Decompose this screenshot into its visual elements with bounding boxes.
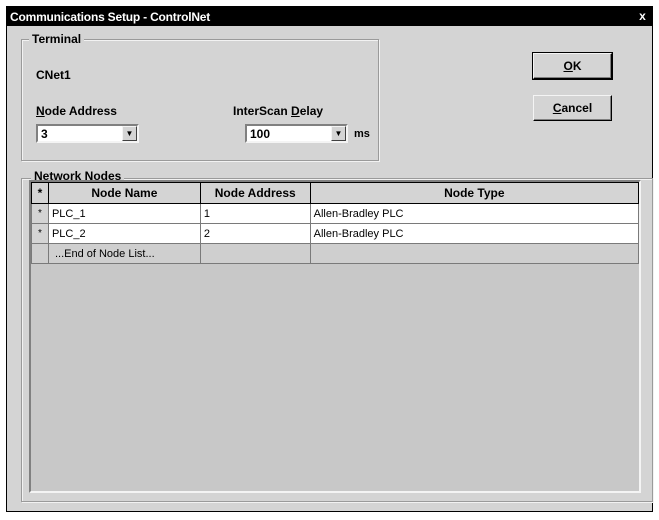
row-marker[interactable]: * <box>31 203 49 224</box>
interscan-delay-label: InterScan Delay <box>233 104 323 118</box>
row-marker <box>31 243 49 264</box>
interscan-label-text: elay <box>299 104 324 118</box>
chevron-down-icon[interactable]: ▼ <box>331 126 346 141</box>
node-address-label-accel: N <box>36 104 45 118</box>
node-name-cell[interactable]: PLC_1 <box>47 203 201 224</box>
terminal-legend: Terminal <box>29 32 85 46</box>
empty-cell <box>309 243 639 264</box>
terminal-name: CNet1 <box>36 68 71 82</box>
node-address-cell[interactable]: 2 <box>199 223 311 244</box>
end-of-list-label: ...End of Node List... <box>47 243 201 264</box>
node-list-grid[interactable]: * Node Name Node Address Node Type * PLC… <box>29 180 641 493</box>
close-icon[interactable]: x <box>635 9 650 23</box>
table-row[interactable]: * PLC_2 2 Allen-Bradley PLC <box>31 223 639 244</box>
interscan-label-accel: D <box>291 104 300 118</box>
node-address-select[interactable]: 3 ▼ <box>36 124 139 143</box>
node-name-cell[interactable]: PLC_2 <box>47 223 201 244</box>
table-row[interactable]: * PLC_1 1 Allen-Bradley PLC <box>31 203 639 224</box>
ok-button-accel: O <box>563 59 573 73</box>
column-header-node-type[interactable]: Node Type <box>309 182 639 204</box>
node-address-value: 3 <box>41 127 48 141</box>
cancel-button[interactable]: Cancel <box>533 95 612 121</box>
interscan-unit: ms <box>354 128 370 140</box>
column-header-marker[interactable]: * <box>31 182 49 204</box>
cancel-button-label: ancel <box>561 101 593 115</box>
node-table: * Node Name Node Address Node Type * PLC… <box>31 182 639 264</box>
title-bar[interactable]: Communications Setup - ControlNet x <box>7 7 652 26</box>
interscan-label-text-pre: InterScan <box>233 104 292 118</box>
node-address-label: Node Address <box>36 104 117 118</box>
interscan-delay-select[interactable]: 100 ▼ <box>245 124 348 143</box>
empty-cell <box>199 243 311 264</box>
node-address-cell[interactable]: 1 <box>199 203 311 224</box>
node-type-cell[interactable]: Allen-Bradley PLC <box>309 223 639 244</box>
interscan-delay-value: 100 <box>250 127 271 141</box>
column-header-node-address[interactable]: Node Address <box>199 182 311 204</box>
end-of-list-row: ...End of Node List... <box>31 243 639 264</box>
chevron-down-icon[interactable]: ▼ <box>122 126 137 141</box>
node-type-cell[interactable]: Allen-Bradley PLC <box>309 203 639 224</box>
ok-button-label: K <box>572 59 582 73</box>
row-marker[interactable]: * <box>31 223 49 244</box>
ok-button[interactable]: OK <box>532 52 613 80</box>
table-header-row: * Node Name Node Address Node Type <box>31 182 639 204</box>
node-address-label-text: ode Address <box>44 104 117 118</box>
window-title: Communications Setup - ControlNet <box>10 10 211 24</box>
column-header-node-name[interactable]: Node Name <box>47 182 201 204</box>
